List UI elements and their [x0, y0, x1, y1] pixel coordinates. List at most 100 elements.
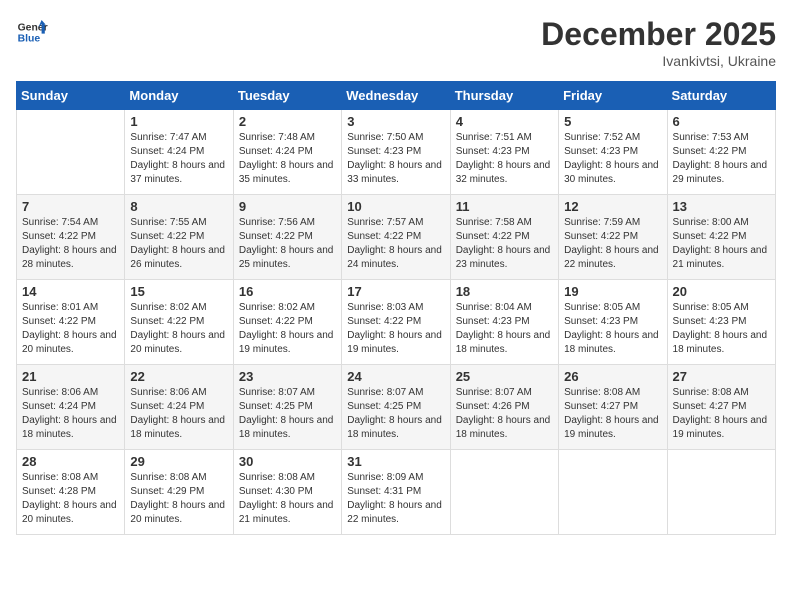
day-info: Sunrise: 8:08 AMSunset: 4:27 PMDaylight:… — [564, 386, 661, 442]
calendar-header: SundayMondayTuesdayWednesdayThursdayFrid… — [17, 82, 776, 110]
day-info: Sunrise: 8:03 AMSunset: 4:22 PMDaylight:… — [347, 301, 444, 357]
day-cell: 1 Sunrise: 7:47 AMSunset: 4:24 PMDaylight… — [125, 110, 233, 195]
day-number: 22 — [130, 369, 227, 384]
day-number: 25 — [456, 369, 553, 384]
day-number: 21 — [22, 369, 119, 384]
day-cell: 13Sunrise: 8:00 AMSunset: 4:22 PMDayligh… — [667, 195, 775, 280]
day-info: Sunrise: 8:08 AMSunset: 4:28 PMDaylight:… — [22, 471, 119, 527]
day-number: 30 — [239, 454, 336, 469]
day-info: Sunrise: 8:07 AMSunset: 4:26 PMDaylight:… — [456, 386, 553, 442]
day-cell: 21 Sunrise: 8:06 AMSunset: 4:24 PMDayligh… — [17, 365, 125, 450]
day-cell: 30 Sunrise: 8:08 AMSunset: 4:30 PMDayligh… — [233, 450, 341, 535]
day-number: 12 — [564, 199, 661, 214]
day-number: 2 — [239, 114, 336, 129]
day-cell: 27 Sunrise: 8:08 AMSunset: 4:27 PMDayligh… — [667, 365, 775, 450]
day-info: Sunrise: 8:09 AMSunset: 4:31 PMDaylight:… — [347, 471, 444, 527]
day-info: Sunrise: 8:06 AMSunset: 4:24 PMDaylight:… — [22, 386, 119, 442]
day-number: 1 — [130, 114, 227, 129]
week-row-0: 1 Sunrise: 7:47 AMSunset: 4:24 PMDaylight… — [17, 110, 776, 195]
day-number: 27 — [673, 369, 770, 384]
day-cell — [450, 450, 558, 535]
day-number: 13 — [673, 199, 770, 214]
calendar-table: SundayMondayTuesdayWednesdayThursdayFrid… — [16, 81, 776, 535]
day-number: 3 — [347, 114, 444, 129]
day-cell: 28 Sunrise: 8:08 AMSunset: 4:28 PMDayligh… — [17, 450, 125, 535]
day-cell: 19Sunrise: 8:05 AMSunset: 4:23 PMDayligh… — [559, 280, 667, 365]
header-row: SundayMondayTuesdayWednesdayThursdayFrid… — [17, 82, 776, 110]
day-number: 9 — [239, 199, 336, 214]
day-info: Sunrise: 7:52 AMSunset: 4:23 PMDaylight:… — [564, 131, 661, 187]
location-subtitle: Ivankivtsi, Ukraine — [541, 53, 776, 69]
day-number: 15 — [130, 284, 227, 299]
header-cell-friday: Friday — [559, 82, 667, 110]
header-cell-tuesday: Tuesday — [233, 82, 341, 110]
day-number: 28 — [22, 454, 119, 469]
day-cell: 11 Sunrise: 7:58 AMSunset: 4:22 PMDayligh… — [450, 195, 558, 280]
day-cell: 5 Sunrise: 7:52 AMSunset: 4:23 PMDaylight… — [559, 110, 667, 195]
day-cell: 10 Sunrise: 7:57 AMSunset: 4:22 PMDayligh… — [342, 195, 450, 280]
day-cell: 6 Sunrise: 7:53 AMSunset: 4:22 PMDaylight… — [667, 110, 775, 195]
day-number: 7 — [22, 199, 119, 214]
day-info: Sunrise: 8:08 AMSunset: 4:29 PMDaylight:… — [130, 471, 227, 527]
day-cell: 9 Sunrise: 7:56 AMSunset: 4:22 PMDaylight… — [233, 195, 341, 280]
day-number: 17 — [347, 284, 444, 299]
header-cell-sunday: Sunday — [17, 82, 125, 110]
day-cell: 18Sunrise: 8:04 AMSunset: 4:23 PMDayligh… — [450, 280, 558, 365]
day-cell: 2Sunrise: 7:48 AMSunset: 4:24 PMDaylight… — [233, 110, 341, 195]
day-info: Sunrise: 7:50 AMSunset: 4:23 PMDaylight:… — [347, 131, 444, 187]
day-cell: 31 Sunrise: 8:09 AMSunset: 4:31 PMDayligh… — [342, 450, 450, 535]
day-info: Sunrise: 7:51 AMSunset: 4:23 PMDaylight:… — [456, 131, 553, 187]
header-cell-monday: Monday — [125, 82, 233, 110]
day-cell: 14 Sunrise: 8:01 AMSunset: 4:22 PMDayligh… — [17, 280, 125, 365]
month-title: December 2025 — [541, 16, 776, 53]
page-header: General Blue December 2025 Ivankivtsi, U… — [16, 16, 776, 69]
day-number: 10 — [347, 199, 444, 214]
day-cell: 22 Sunrise: 8:06 AMSunset: 4:24 PMDayligh… — [125, 365, 233, 450]
day-info: Sunrise: 8:05 AMSunset: 4:23 PMDaylight:… — [673, 301, 770, 357]
header-cell-wednesday: Wednesday — [342, 82, 450, 110]
day-info: Sunrise: 8:02 AMSunset: 4:22 PMDaylight:… — [239, 301, 336, 357]
day-info: Sunrise: 8:06 AMSunset: 4:24 PMDaylight:… — [130, 386, 227, 442]
day-number: 20 — [673, 284, 770, 299]
day-info: Sunrise: 7:47 AMSunset: 4:24 PMDaylight:… — [130, 131, 227, 187]
day-cell: 24Sunrise: 8:07 AMSunset: 4:25 PMDayligh… — [342, 365, 450, 450]
day-info: Sunrise: 7:55 AMSunset: 4:22 PMDaylight:… — [130, 216, 227, 272]
day-info: Sunrise: 8:05 AMSunset: 4:23 PMDaylight:… — [564, 301, 661, 357]
day-number: 14 — [22, 284, 119, 299]
day-cell: 16 Sunrise: 8:02 AMSunset: 4:22 PMDayligh… — [233, 280, 341, 365]
day-number: 18 — [456, 284, 553, 299]
day-cell: 12Sunrise: 7:59 AMSunset: 4:22 PMDayligh… — [559, 195, 667, 280]
day-info: Sunrise: 8:01 AMSunset: 4:22 PMDaylight:… — [22, 301, 119, 357]
day-info: Sunrise: 8:07 AMSunset: 4:25 PMDaylight:… — [239, 386, 336, 442]
day-cell: 15 Sunrise: 8:02 AMSunset: 4:22 PMDayligh… — [125, 280, 233, 365]
day-info: Sunrise: 7:53 AMSunset: 4:22 PMDaylight:… — [673, 131, 770, 187]
day-cell: 7 Sunrise: 7:54 AMSunset: 4:22 PMDaylight… — [17, 195, 125, 280]
day-number: 16 — [239, 284, 336, 299]
logo: General Blue — [16, 16, 48, 48]
day-info: Sunrise: 8:08 AMSunset: 4:27 PMDaylight:… — [673, 386, 770, 442]
day-cell: 8Sunrise: 7:55 AMSunset: 4:22 PMDaylight… — [125, 195, 233, 280]
day-number: 29 — [130, 454, 227, 469]
day-number: 6 — [673, 114, 770, 129]
day-cell: 29 Sunrise: 8:08 AMSunset: 4:29 PMDayligh… — [125, 450, 233, 535]
day-info: Sunrise: 7:57 AMSunset: 4:22 PMDaylight:… — [347, 216, 444, 272]
day-info: Sunrise: 8:02 AMSunset: 4:22 PMDaylight:… — [130, 301, 227, 357]
day-info: Sunrise: 7:58 AMSunset: 4:22 PMDaylight:… — [456, 216, 553, 272]
day-cell: 23Sunrise: 8:07 AMSunset: 4:25 PMDayligh… — [233, 365, 341, 450]
svg-text:Blue: Blue — [18, 34, 41, 45]
day-info: Sunrise: 7:56 AMSunset: 4:22 PMDaylight:… — [239, 216, 336, 272]
day-cell: 3 Sunrise: 7:50 AMSunset: 4:23 PMDaylight… — [342, 110, 450, 195]
day-info: Sunrise: 7:54 AMSunset: 4:22 PMDaylight:… — [22, 216, 119, 272]
header-cell-saturday: Saturday — [667, 82, 775, 110]
day-number: 26 — [564, 369, 661, 384]
day-cell — [559, 450, 667, 535]
week-row-3: 21 Sunrise: 8:06 AMSunset: 4:24 PMDayligh… — [17, 365, 776, 450]
day-number: 4 — [456, 114, 553, 129]
day-number: 31 — [347, 454, 444, 469]
title-section: December 2025 Ivankivtsi, Ukraine — [541, 16, 776, 69]
logo-icon: General Blue — [16, 16, 48, 48]
day-number: 5 — [564, 114, 661, 129]
day-number: 11 — [456, 199, 553, 214]
day-info: Sunrise: 8:08 AMSunset: 4:30 PMDaylight:… — [239, 471, 336, 527]
calendar-body: 1 Sunrise: 7:47 AMSunset: 4:24 PMDaylight… — [17, 110, 776, 535]
